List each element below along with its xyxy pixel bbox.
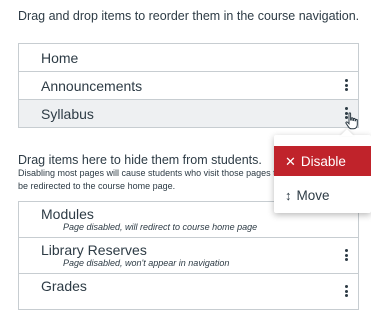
move-menu-item[interactable]: ↕ Move xyxy=(274,180,371,210)
nav-item-label: Modules xyxy=(41,206,94,222)
nav-item-label: Home xyxy=(41,50,79,66)
item-context-menu: ✕ Disable ↕ Move xyxy=(274,129,371,213)
nav-item-label: Library Reserves xyxy=(41,242,147,258)
nav-item-announcements[interactable]: Announcements xyxy=(18,72,359,100)
disabled-nav-list: Modules Page disabled, will redirect to … xyxy=(18,201,359,310)
hide-items-heading: Drag items here to hide them from studen… xyxy=(18,153,262,167)
nav-item-library-reserves[interactable]: Library Reserves Page disabled, won't ap… xyxy=(18,238,359,274)
nav-item-home[interactable]: Home xyxy=(18,43,359,72)
enabled-nav-list: Home Announcements Syllabus xyxy=(18,43,359,128)
disable-label: Disable xyxy=(300,153,346,169)
reorder-instructions: Drag and drop items to reorder them in t… xyxy=(18,9,360,23)
disable-menu-item[interactable]: ✕ Disable xyxy=(274,146,371,176)
nav-item-grades[interactable]: Grades xyxy=(18,274,359,310)
hand-pointer-cursor-icon xyxy=(345,112,358,130)
close-icon: ✕ xyxy=(285,153,296,169)
nav-item-syllabus[interactable]: Syllabus xyxy=(18,100,359,128)
nav-item-label: Syllabus xyxy=(41,106,94,122)
updown-arrow-icon: ↕ xyxy=(285,187,292,203)
nav-item-status: Page disabled, won't appear in navigatio… xyxy=(63,258,230,268)
kebab-menu-icon[interactable] xyxy=(342,283,350,299)
move-label: Move xyxy=(296,187,330,203)
nav-item-label: Announcements xyxy=(41,78,143,94)
menu-caret xyxy=(340,129,354,136)
kebab-menu-icon[interactable] xyxy=(342,77,350,93)
kebab-menu-icon[interactable] xyxy=(342,247,350,263)
nav-item-label: Grades xyxy=(41,278,87,294)
nav-item-status: Page disabled, will redirect to course h… xyxy=(63,222,258,232)
hide-items-note: Disabling most pages will cause students… xyxy=(18,168,281,191)
